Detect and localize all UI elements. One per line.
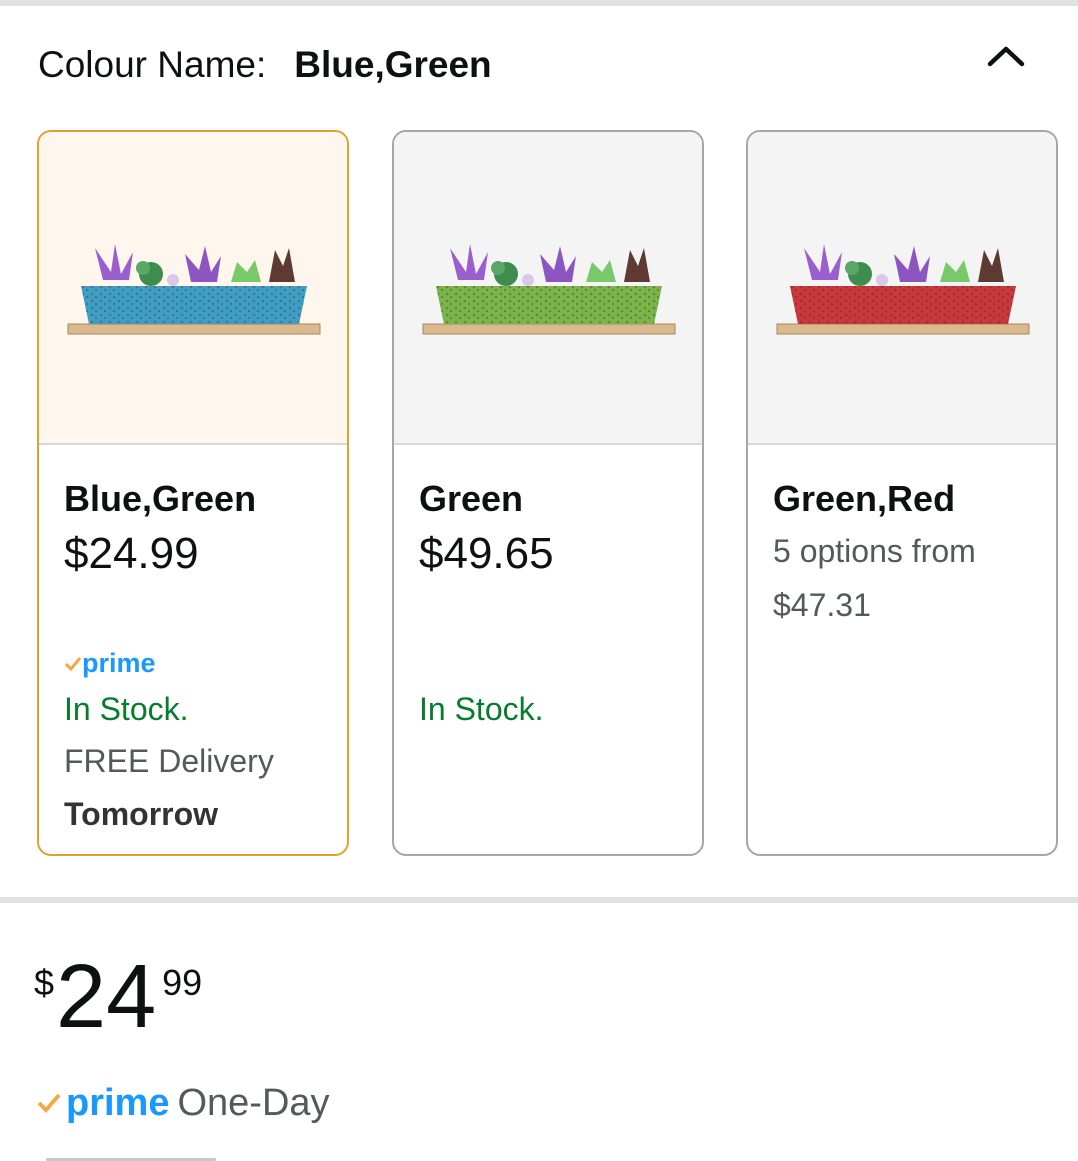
variant-image bbox=[748, 132, 1056, 445]
variant-options-text: 5 options from bbox=[773, 533, 976, 569]
variant-name: Green bbox=[419, 478, 524, 519]
variant-image bbox=[39, 132, 347, 445]
price-fraction: 99 bbox=[162, 962, 203, 1003]
delivery-day: Tomorrow bbox=[64, 796, 219, 832]
delivery-speed: One-Day bbox=[177, 1081, 330, 1124]
variant-options-price: $47.31 bbox=[773, 587, 871, 623]
top-divider bbox=[0, 0, 1078, 6]
stock-status: In Stock. bbox=[64, 691, 189, 727]
colour-header: Colour Name: Blue,Green bbox=[38, 40, 492, 90]
check-icon bbox=[64, 656, 82, 671]
price-whole: 24 bbox=[56, 947, 157, 1047]
planter-image bbox=[776, 244, 1030, 335]
variant-name: Green,Red bbox=[773, 478, 956, 519]
colour-name-value: Blue,Green bbox=[294, 44, 492, 85]
prime-delivery-badge: prime One-Day bbox=[36, 1078, 330, 1128]
delivery-text: FREE Delivery bbox=[64, 743, 274, 779]
variant-card-green[interactable]: Green $49.65 In Stock. bbox=[392, 130, 704, 856]
variant-price: $49.65 bbox=[419, 529, 554, 578]
variant-name: Blue,Green bbox=[64, 478, 257, 519]
collapse-button[interactable] bbox=[978, 28, 1034, 84]
colour-name-label: Colour Name: bbox=[38, 44, 267, 85]
prime-label: prime bbox=[82, 648, 156, 678]
stock-status: In Stock. bbox=[419, 691, 544, 727]
prime-label: prime bbox=[66, 1081, 170, 1124]
variant-card-green-red[interactable]: Green,Red 5 options from $47.31 bbox=[746, 130, 1058, 856]
chevron-up-icon bbox=[987, 46, 1025, 67]
variant-card-blue-green[interactable]: Blue,Green $24.99 prime In Stock. FREE D… bbox=[37, 130, 349, 856]
check-icon bbox=[37, 1093, 61, 1113]
planter-image bbox=[67, 244, 321, 335]
variant-image bbox=[394, 132, 702, 445]
prime-badge: prime bbox=[64, 648, 156, 679]
price-display: $ 24 99 bbox=[34, 950, 202, 1050]
planter-image bbox=[422, 244, 676, 335]
section-divider bbox=[0, 897, 1078, 903]
price-currency: $ bbox=[34, 962, 55, 1003]
variant-price: $24.99 bbox=[64, 529, 199, 578]
